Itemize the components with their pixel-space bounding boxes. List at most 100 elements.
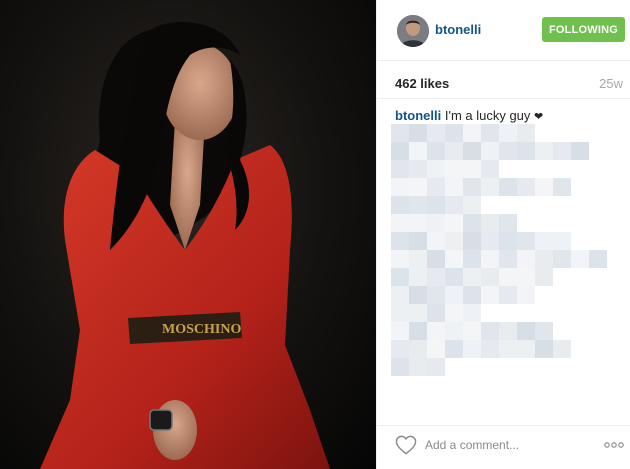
blur-pixel	[499, 268, 517, 286]
blur-pixel	[445, 142, 463, 160]
blur-pixel	[427, 196, 445, 214]
blur-pixel	[499, 142, 517, 160]
blur-pixel	[481, 124, 499, 142]
blur-pixel	[427, 124, 445, 142]
caption: btonelli I'm a lucky guy ❤	[395, 108, 543, 123]
blur-pixel	[445, 160, 463, 178]
blur-pixel	[445, 304, 463, 322]
blur-pixel	[535, 232, 553, 250]
blur-pixel	[409, 160, 427, 178]
blur-pixel	[553, 232, 571, 250]
heart-emoji: ❤	[534, 111, 544, 123]
blur-pixel	[463, 178, 481, 196]
post-photo[interactable]: MOSCHINO	[0, 0, 376, 469]
blur-pixel	[481, 142, 499, 160]
blur-pixel	[463, 232, 481, 250]
blur-pixel	[391, 142, 409, 160]
blur-pixel	[463, 268, 481, 286]
blur-pixel	[535, 142, 553, 160]
blur-pixel	[517, 340, 535, 358]
blur-pixel	[427, 322, 445, 340]
blur-pixel	[445, 268, 463, 286]
blur-pixel	[499, 214, 517, 232]
blur-pixel	[517, 124, 535, 142]
blur-pixel	[391, 358, 409, 376]
blur-pixel	[391, 250, 409, 268]
blur-pixel	[391, 214, 409, 232]
blur-pixel	[427, 142, 445, 160]
blur-pixel	[535, 268, 553, 286]
avatar[interactable]	[397, 15, 429, 47]
blur-pixel	[427, 250, 445, 268]
blur-pixel	[445, 124, 463, 142]
blur-pixel	[409, 322, 427, 340]
following-button[interactable]: FOLLOWING	[542, 17, 625, 42]
blur-pixel	[427, 178, 445, 196]
likes-count[interactable]: 462 likes	[395, 76, 449, 91]
blur-pixel	[409, 178, 427, 196]
ellipsis-icon[interactable]	[603, 438, 625, 452]
blur-pixel	[463, 214, 481, 232]
blur-pixel	[445, 214, 463, 232]
blur-pixel	[391, 304, 409, 322]
blur-pixel	[409, 232, 427, 250]
blur-pixel	[535, 340, 553, 358]
blur-pixel	[481, 160, 499, 178]
heart-outline-icon[interactable]	[395, 435, 417, 455]
blur-pixel	[499, 322, 517, 340]
belt-text: MOSCHINO	[162, 322, 241, 337]
blur-pixel	[517, 268, 535, 286]
blur-pixel	[463, 196, 481, 214]
blur-pixel	[535, 322, 553, 340]
blur-pixel	[481, 322, 499, 340]
blur-pixel	[409, 214, 427, 232]
blur-pixel	[391, 124, 409, 142]
post-age[interactable]: 25w	[599, 76, 623, 91]
blur-pixel	[571, 142, 589, 160]
blur-pixel	[463, 322, 481, 340]
post-side-panel: btonelli FOLLOWING 462 likes 25w btonell…	[376, 0, 630, 469]
blur-pixel	[535, 250, 553, 268]
blur-pixel	[481, 214, 499, 232]
blur-pixel	[517, 178, 535, 196]
blur-pixel	[463, 340, 481, 358]
blur-pixel	[427, 232, 445, 250]
caption-username[interactable]: btonelli	[395, 108, 441, 123]
blur-pixel	[391, 268, 409, 286]
blur-pixel	[391, 232, 409, 250]
blur-pixel	[427, 214, 445, 232]
blur-pixel	[409, 124, 427, 142]
blur-pixel	[499, 178, 517, 196]
blur-pixel	[463, 160, 481, 178]
blur-pixel	[517, 232, 535, 250]
blur-pixel	[517, 142, 535, 160]
blur-pixel	[427, 358, 445, 376]
blur-pixel	[553, 142, 571, 160]
blur-pixel	[481, 268, 499, 286]
post-stats: 462 likes 25w	[377, 61, 630, 99]
blur-pixel	[445, 250, 463, 268]
blur-pixel	[445, 322, 463, 340]
blur-pixel	[535, 178, 553, 196]
blur-pixel	[445, 178, 463, 196]
blur-pixel	[391, 160, 409, 178]
blur-pixel	[517, 286, 535, 304]
post-header: btonelli FOLLOWING	[377, 0, 630, 61]
blur-pixel	[571, 250, 589, 268]
blur-pixel	[391, 340, 409, 358]
blur-pixel	[481, 286, 499, 304]
blur-pixel	[409, 340, 427, 358]
comment-input[interactable]	[425, 435, 575, 455]
blur-pixel	[463, 250, 481, 268]
blur-pixel	[409, 304, 427, 322]
blur-pixel	[409, 250, 427, 268]
username-link[interactable]: btonelli	[435, 22, 481, 37]
blur-pixel	[427, 160, 445, 178]
blur-pixel	[409, 286, 427, 304]
blur-pixel	[553, 178, 571, 196]
blur-pixel	[445, 232, 463, 250]
blur-pixel	[445, 196, 463, 214]
blur-pixel	[499, 340, 517, 358]
blur-pixel	[409, 142, 427, 160]
blur-pixel	[409, 268, 427, 286]
